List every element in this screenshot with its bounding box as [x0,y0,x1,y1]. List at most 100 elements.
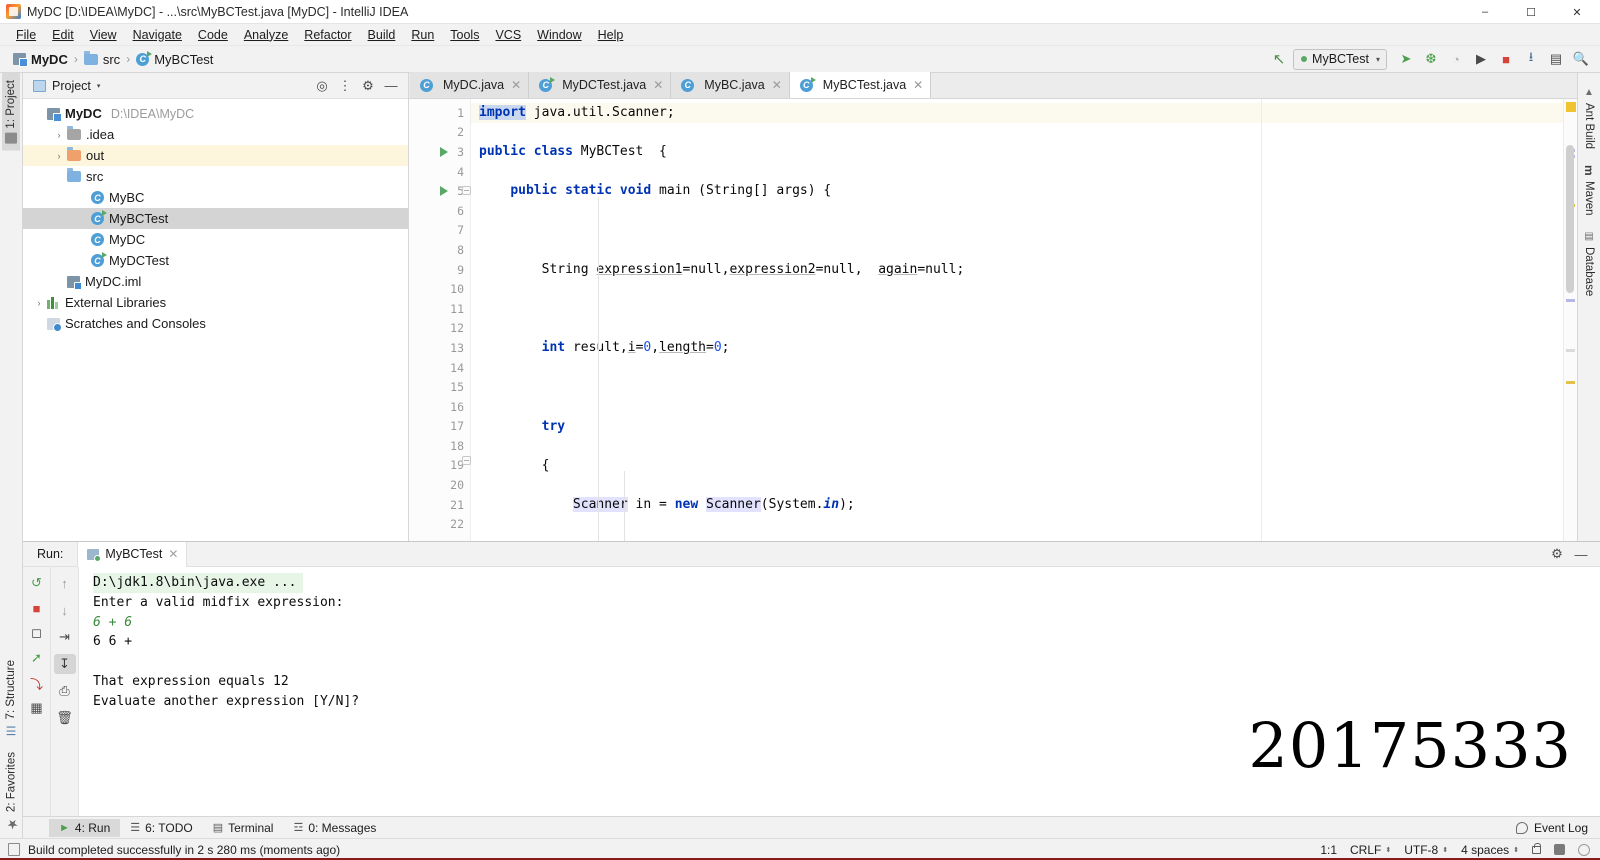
console-output[interactable]: D:\jdk1.8\bin\java.exe ... Enter a valid… [79,567,1600,816]
error-stripe-scrollbar[interactable] [1563,99,1577,541]
rail-tab-project[interactable]: 1: Project [2,73,20,151]
close-button[interactable]: ✕ [1554,0,1600,24]
export-icon[interactable]: ⤵ [26,673,48,693]
tree-row-scratches[interactable]: Scratches and Consoles [23,313,408,334]
build-project-icon[interactable]: ↖ [1268,48,1290,70]
tree-row-iml[interactable]: MyDC.iml [23,271,408,292]
close-icon[interactable]: ✕ [913,78,923,92]
editor-tab-mydc-java[interactable]: C MyDC.java ✕ [410,72,529,98]
status-caret-position[interactable]: 1:1 [1320,843,1337,857]
menu-vcs[interactable]: VCS [487,26,529,44]
run-configuration-selector[interactable]: MyBCTest ▾ [1293,49,1387,70]
chevron-expanded-icon[interactable]: ⱟ [51,172,67,182]
bottom-tab-run[interactable]: ► 4: Run [49,819,120,837]
rail-tab-favorites[interactable]: ★ 2: Favorites [2,745,21,838]
run-tab-mybctest[interactable]: MyBCTest ✕ [77,542,187,567]
breadcrumb-item-project[interactable]: MyDC [10,51,71,68]
tree-row-mybctest[interactable]: C MyBCTest [23,208,408,229]
tree-row-mydc-class[interactable]: C MyDC [23,229,408,250]
gear-icon[interactable]: ⚙ [1546,543,1568,565]
layout-icon[interactable]: ▤ [1545,48,1567,70]
bottom-tab-messages[interactable]: ☲ 0: Messages [283,819,386,837]
scroll-up-icon[interactable]: ↑ [54,573,76,593]
rerun-icon[interactable]: ↺ [26,573,48,593]
tree-row-out[interactable]: › out [23,145,408,166]
lock-icon[interactable] [1532,846,1541,854]
status-indent[interactable]: 4 spaces ⬍ [1461,843,1519,857]
menu-code[interactable]: Code [190,26,236,44]
fold-region-icon[interactable] [462,456,471,465]
tree-row-idea[interactable]: › .idea [23,124,408,145]
rail-tab-structure[interactable]: ☰ 7: Structure [2,653,20,744]
tree-row-mydctest[interactable]: C MyDCTest [23,250,408,271]
event-log-button[interactable]: Event Log [1516,821,1600,835]
stop-icon[interactable]: ■ [26,598,48,618]
tree-row-external-libraries[interactable]: › External Libraries [23,292,408,313]
run-icon[interactable]: ➤ [1395,48,1417,70]
close-icon[interactable]: ✕ [168,547,178,561]
editor-scrollbar-thumb[interactable] [1566,145,1574,293]
editor-tab-mybc-java[interactable]: C MyBC.java ✕ [671,72,790,98]
bottom-tab-terminal[interactable]: ▤ Terminal [203,819,284,837]
locate-icon[interactable]: ◎ [311,75,333,97]
breadcrumb-item-class[interactable]: C MyBCTest [133,51,216,68]
rail-tab-maven[interactable]: m Maven [1579,157,1599,223]
code-editor[interactable]: import java.util.Scanner; public class M… [471,99,1563,541]
chevron-right-icon[interactable]: › [51,130,67,140]
menu-navigate[interactable]: Navigate [125,26,190,44]
console-icon[interactable]: ▦ [26,698,48,718]
breadcrumb-item-src[interactable]: src [81,51,123,68]
chevron-right-icon[interactable]: › [31,298,47,308]
menu-build[interactable]: Build [360,26,404,44]
run-with-coverage-icon[interactable]: ◔ [1445,48,1467,70]
clear-all-icon[interactable]: 🗑 [54,708,76,728]
stripe-warning-marker[interactable] [1566,102,1576,112]
debug-icon[interactable]: ❆ [1420,48,1442,70]
tree-row-src[interactable]: ⱟ src [23,166,408,187]
chevron-down-icon[interactable]: ▾ [97,82,101,90]
status-line-separator[interactable]: CRLF ⬍ [1350,843,1391,857]
close-icon[interactable]: ✕ [653,78,663,92]
menu-window[interactable]: Window [529,26,589,44]
menu-analyze[interactable]: Analyze [236,26,296,44]
menu-run[interactable]: Run [403,26,442,44]
menu-tools[interactable]: Tools [442,26,487,44]
chevron-expanded-icon[interactable]: ⱟ [31,109,47,119]
rail-tab-ant-build[interactable]: ▲ Ant Build [1580,79,1598,157]
menu-file[interactable]: File [8,26,44,44]
bottom-tab-todo[interactable]: ☰ 6: TODO [120,819,202,837]
menu-edit[interactable]: Edit [44,26,82,44]
search-everywhere-icon[interactable]: 🔍 [1570,48,1592,70]
hide-icon[interactable]: — [1570,543,1592,565]
inspection-status-icon[interactable] [1578,844,1590,856]
menu-help[interactable]: Help [590,26,632,44]
collapse-all-icon[interactable]: ⋮ [334,75,356,97]
menu-refactor[interactable]: Refactor [296,26,359,44]
hide-icon[interactable]: — [380,75,402,97]
status-encoding[interactable]: UTF-8 ⬍ [1404,843,1448,857]
print-icon[interactable]: ⎙ [54,681,76,701]
profile-icon[interactable]: ▶ [1470,48,1492,70]
run-class-gutter-icon[interactable] [440,147,448,157]
chevron-right-icon[interactable]: › [51,151,67,161]
update-project-icon[interactable]: ⭳ [1520,48,1542,70]
editor-gutter[interactable]: 1 2 3 4 5 6 7 8 9 10 11 12 13 14 15 16 1… [409,99,471,541]
menu-view[interactable]: View [82,26,125,44]
scroll-down-icon[interactable]: ↓ [54,600,76,620]
tree-row-mybc[interactable]: C MyBC [23,187,408,208]
rail-tab-database[interactable]: ▤ Database [1580,223,1598,304]
close-icon[interactable]: ✕ [772,78,782,92]
close-icon[interactable]: ✕ [511,78,521,92]
camera-icon[interactable]: ◻ [26,623,48,643]
editor-tab-mydctest-java[interactable]: C MyDCTest.java ✕ [529,72,671,98]
database-status-icon[interactable] [1554,844,1565,855]
tree-row-mydc[interactable]: ⱟ MyDC D:\IDEA\MyDC [23,103,408,124]
minimize-button[interactable]: – [1462,0,1508,24]
scroll-to-end-icon[interactable]: ↧ [54,654,76,674]
soft-wrap-icon[interactable]: ⇥ [54,627,76,647]
editor-tab-mybctest-java[interactable]: C MyBCTest.java ✕ [790,72,931,98]
maximize-button[interactable]: ☐ [1508,0,1554,24]
run-method-gutter-icon[interactable] [440,186,448,196]
thread-dump-icon[interactable]: ➚ [26,648,48,668]
stop-icon[interactable]: ■ [1495,48,1517,70]
